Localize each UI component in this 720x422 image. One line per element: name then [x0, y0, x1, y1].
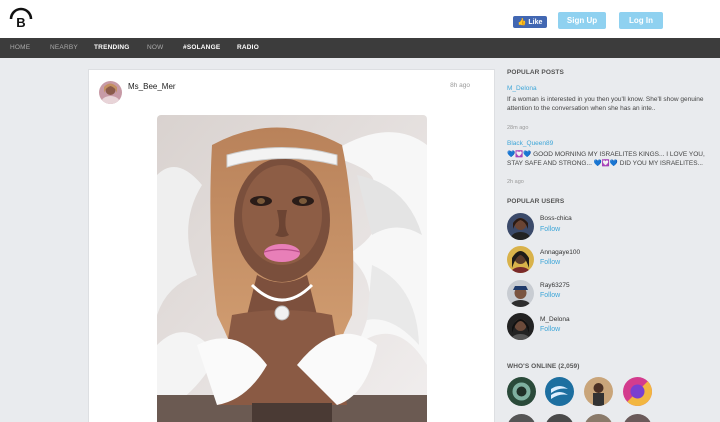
nav-now[interactable]: NOW [147, 38, 164, 58]
popular-post-user[interactable]: M_Delona [507, 85, 537, 92]
main-nav: HOME NEARBY TRENDING NOW #SOLANGE RADIO [0, 38, 720, 58]
thumbs-up-icon: 👍 [517, 18, 527, 26]
post-username[interactable]: Ms_Bee_Mer [128, 82, 176, 91]
popular-post-time: 28m ago [507, 125, 529, 131]
online-user-avatar[interactable] [584, 377, 613, 406]
popular-posts-heading: POPULAR POSTS [507, 69, 564, 76]
online-user-avatar[interactable] [507, 414, 536, 422]
online-user-avatar[interactable] [623, 377, 652, 406]
popular-users-heading: POPULAR USERS [507, 198, 565, 205]
avatar[interactable] [507, 213, 534, 240]
facebook-like-button[interactable]: 👍 Like [513, 16, 547, 28]
popular-post-user[interactable]: Black_Queen89 [507, 140, 553, 147]
avatar[interactable] [99, 81, 122, 104]
popular-user-name[interactable]: Ray63275 [540, 282, 570, 289]
nav-nearby[interactable]: NEARBY [50, 38, 78, 58]
nav-trending[interactable]: TRENDING [94, 38, 130, 58]
log-in-button[interactable]: Log In [619, 12, 663, 29]
nav-radio[interactable]: RADIO [237, 38, 259, 58]
follow-button[interactable]: Follow [540, 326, 560, 333]
follow-button[interactable]: Follow [540, 259, 560, 266]
avatar[interactable] [507, 246, 534, 273]
popular-user-name[interactable]: M_Delona [540, 316, 570, 323]
post-card: Ms_Bee_Mer 8h ago [88, 69, 495, 422]
online-user-avatar[interactable] [507, 377, 536, 406]
post-timestamp: 8h ago [450, 82, 470, 89]
avatar[interactable] [507, 313, 534, 340]
popular-post-text[interactable]: If a woman is interested in you then you… [507, 95, 712, 113]
online-user-avatar[interactable] [545, 414, 574, 422]
follow-button[interactable]: Follow [540, 226, 560, 233]
post-photo[interactable] [157, 115, 427, 422]
whos-online-heading: WHO'S ONLINE (2,059) [507, 363, 580, 370]
svg-text:B: B [16, 15, 25, 30]
popular-post-time: 2h ago [507, 179, 524, 185]
online-user-avatar[interactable] [545, 377, 574, 406]
avatar[interactable] [507, 280, 534, 307]
popular-user-name[interactable]: Annagaye100 [540, 249, 580, 256]
online-user-avatar[interactable] [623, 414, 652, 422]
popular-user-name[interactable]: Boss-chica [540, 215, 572, 222]
site-logo-icon[interactable]: B [8, 6, 34, 32]
nav-solange[interactable]: #SOLANGE [183, 38, 220, 58]
online-user-avatar[interactable] [584, 414, 613, 422]
follow-button[interactable]: Follow [540, 292, 560, 299]
sign-up-button[interactable]: Sign Up [558, 12, 606, 29]
top-header: B 👍 Like Sign Up Log In [0, 0, 720, 38]
nav-home[interactable]: HOME [10, 38, 30, 58]
popular-post-text[interactable]: 💙💟💙 GOOD MORNING MY ISRAELITES KINGS... … [507, 150, 712, 168]
